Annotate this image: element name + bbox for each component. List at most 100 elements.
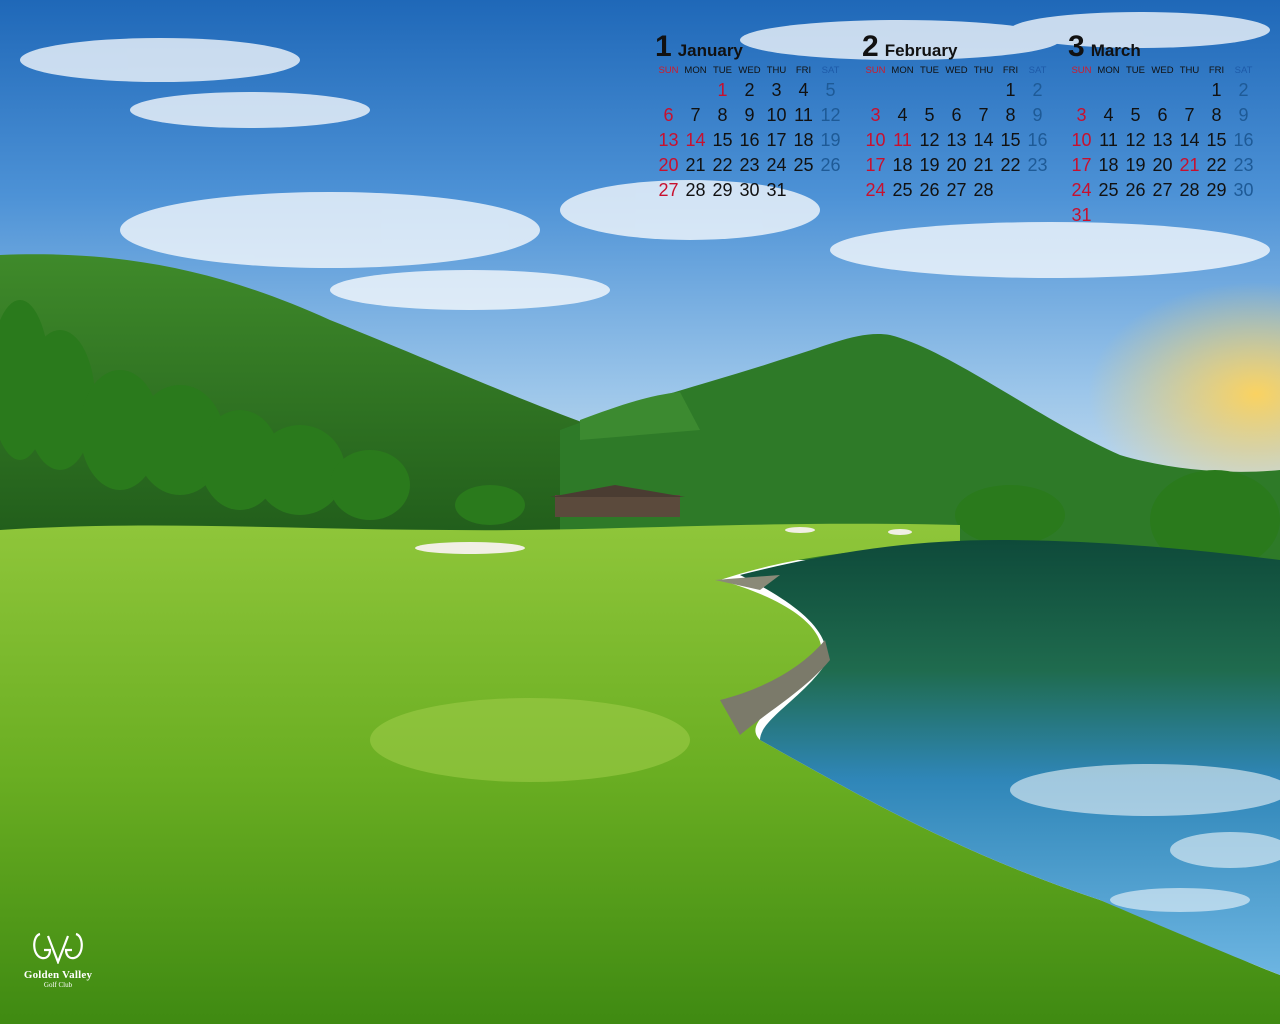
day-cell: 15 [1206, 130, 1227, 150]
day-cell [817, 178, 844, 203]
day-cell [1122, 78, 1149, 103]
month-days: 1 2 3 4 5 6 7 8 9 10 11 12 13 14 15 16 17 18 19 20 21 22 23 24 2… [862, 78, 1062, 203]
logo-title: Golden Valley [23, 969, 93, 981]
day-cell: 30 [739, 180, 760, 200]
week-row: 12 [862, 78, 1062, 103]
day-cell [790, 178, 817, 203]
day-cell: 14 [973, 130, 994, 150]
day-cell: 22 [712, 155, 733, 175]
weekday-label: MON [684, 65, 707, 76]
day-cell: 21 [1179, 155, 1200, 175]
day-cell: 4 [1103, 105, 1114, 125]
day-cell: 28 [1179, 180, 1200, 200]
logo-subtitle: Golf Club [43, 981, 73, 989]
day-cell [997, 178, 1024, 203]
day-cell: 29 [1206, 180, 1227, 200]
week-row: 24 25 26 27 28 29 30 [1068, 178, 1268, 203]
day-cell: 8 [1005, 105, 1016, 125]
day-cell [916, 78, 943, 103]
weekday-label: SAT [1234, 65, 1253, 76]
day-cell: 18 [892, 155, 913, 175]
day-cell: 23 [739, 155, 760, 175]
day-cell: 15 [1000, 130, 1021, 150]
weekday-label: WED [945, 65, 968, 76]
day-cell: 13 [1152, 130, 1173, 150]
day-cell: 28 [973, 180, 994, 200]
week-row: 10 11 12 13 14 15 16 [862, 128, 1062, 153]
weekday-label: MON [891, 65, 914, 76]
weekday-label: TUE [1126, 65, 1145, 76]
day-cell: 18 [793, 130, 814, 150]
month-name: January [677, 41, 743, 60]
day-cell [1095, 203, 1122, 228]
day-cell: 10 [1071, 130, 1092, 150]
day-cell: 3 [1076, 105, 1087, 125]
week-row: 24 25 26 27 28 [862, 178, 1062, 203]
day-cell: 3 [870, 105, 881, 125]
day-cell: 8 [1211, 105, 1222, 125]
day-cell: 26 [1125, 180, 1146, 200]
weekday-label: SAT [821, 65, 840, 76]
day-cell: 1 [1005, 80, 1016, 100]
month-number: 3 [1068, 30, 1085, 63]
calendar-overlay: 1 January SUN MON TUE WED THU FRI SAT 12345678… [0, 0, 1280, 240]
day-cell [1122, 203, 1149, 228]
day-cell: 17 [865, 155, 886, 175]
day-cell: 27 [658, 180, 679, 200]
day-cell [655, 78, 682, 103]
day-cell: 25 [892, 180, 913, 200]
gvg-monogram-icon [33, 932, 83, 966]
day-cell: 26 [820, 155, 841, 175]
week-row: 17 18 19 20 21 22 23 [862, 153, 1062, 178]
weekday-label: THU [973, 65, 994, 76]
day-cell [1230, 203, 1257, 228]
day-cell: 19 [820, 130, 841, 150]
day-cell: 2 [1238, 80, 1249, 100]
day-cell: 8 [717, 105, 728, 125]
day-cell [970, 78, 997, 103]
day-cell: 23 [1233, 155, 1254, 175]
day-cell [682, 78, 709, 103]
weekday-header: SUN MON TUE WED THU FRI SAT [1068, 64, 1268, 78]
day-cell: 27 [1152, 180, 1173, 200]
month-february: 2 February SUN MON TUE WED THU FRI SAT 1234567… [862, 30, 1062, 203]
weekday-header: SUN MON TUE WED THU FRI SAT [655, 64, 855, 78]
day-cell: 7 [1184, 105, 1195, 125]
weekday-label: FRI [795, 65, 812, 76]
month-january: 1 January SUN MON TUE WED THU FRI SAT 12345678… [655, 30, 855, 203]
day-cell: 25 [1098, 180, 1119, 200]
month-days: 1 2 3 4 5 6 7 8 9 10 11 12 13 14 15 16 17 18 19 20 21 22 23 24 2… [1068, 78, 1268, 228]
week-row: 17 18 19 20 21 22 23 [1068, 153, 1268, 178]
day-cell: 2 [1032, 80, 1043, 100]
day-cell: 7 [978, 105, 989, 125]
day-cell: 21 [685, 155, 706, 175]
day-cell: 21 [973, 155, 994, 175]
month-header: 2 February [862, 30, 1062, 64]
day-cell: 4 [897, 105, 908, 125]
week-row: 6 7 8 9 10 11 12 [655, 103, 855, 128]
day-cell [1024, 178, 1051, 203]
day-cell: 10 [766, 105, 787, 125]
day-cell: 22 [1206, 155, 1227, 175]
day-cell [1095, 78, 1122, 103]
day-cell: 14 [685, 130, 706, 150]
day-cell [943, 78, 970, 103]
day-cell: 31 [1071, 205, 1092, 225]
day-cell: 6 [951, 105, 962, 125]
day-cell: 6 [663, 105, 674, 125]
day-cell: 1 [1211, 80, 1222, 100]
golden-valley-logo: Golden Valley Golf Club [18, 930, 98, 989]
weekday-label: WED [738, 65, 761, 76]
day-cell: 30 [1233, 180, 1254, 200]
day-cell: 11 [794, 105, 813, 125]
day-cell: 16 [1027, 130, 1048, 150]
day-cell: 27 [946, 180, 967, 200]
day-cell: 10 [865, 130, 886, 150]
day-cell: 7 [690, 105, 701, 125]
weekday-label: WED [1151, 65, 1174, 76]
day-cell: 1 [717, 80, 728, 100]
day-cell: 20 [658, 155, 679, 175]
week-row: 20 21 22 23 24 25 26 [655, 153, 855, 178]
day-cell: 13 [946, 130, 967, 150]
month-march: 3 March SUN MON TUE WED THU FRI SAT 1234567891… [1068, 30, 1268, 228]
